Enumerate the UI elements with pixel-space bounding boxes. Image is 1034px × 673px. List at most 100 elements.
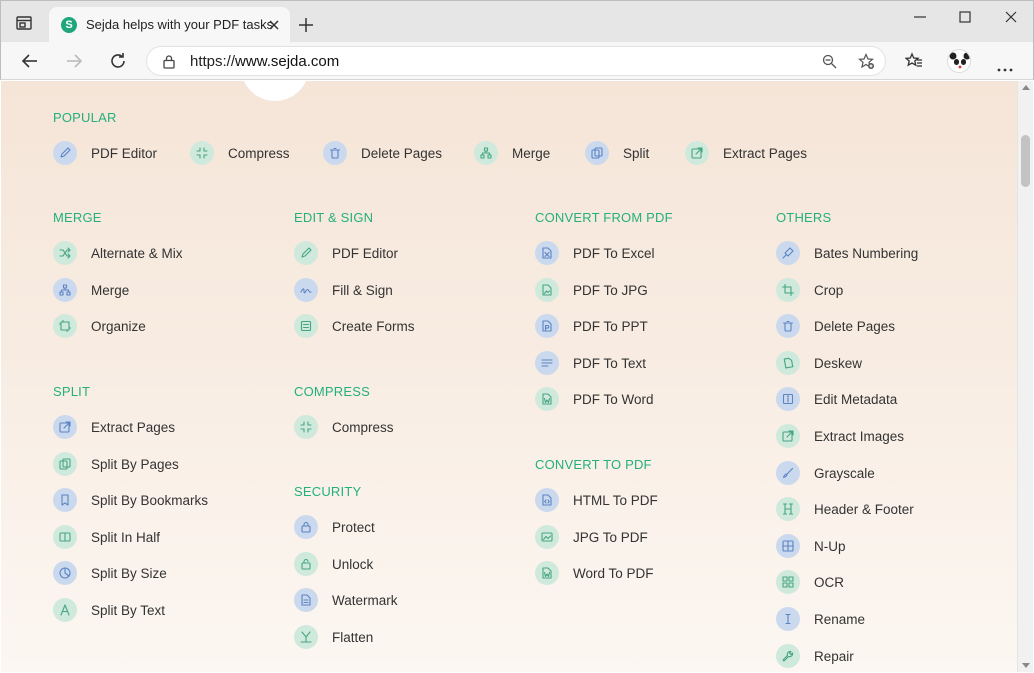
zoom-out-icon[interactable] [822,54,837,69]
convert-from-pdf-heading: CONVERT FROM PDF [535,210,673,225]
tool-label: PDF Editor [91,145,158,161]
popular-compress-link[interactable]: Compress [190,140,290,166]
convert-to-html-to-pdf-link[interactable]: HTML To PDF [535,487,658,513]
scroll-thumb[interactable] [1021,135,1030,187]
convert-from-pdf-to-text-link[interactable]: PDF To Text [535,350,646,376]
popular-split-link[interactable]: Split [585,140,649,166]
trash-icon [776,314,800,338]
merge-alternate-and-mix-link[interactable]: Alternate & Mix [53,240,183,266]
pie-icon [53,561,77,585]
close-window-icon[interactable] [1003,9,1019,25]
minimize-icon[interactable] [912,9,928,25]
maximize-icon[interactable] [957,9,973,25]
url-scheme: https:// [190,53,236,70]
others-extract-images-link[interactable]: Extract Images [776,423,904,449]
split-split-by-text-link[interactable]: Split By Text [53,597,165,623]
split-split-by-size-link[interactable]: Split By Size [53,560,167,586]
compress-compress-link[interactable]: Compress [294,414,394,440]
popular-pdf-editor-link[interactable]: PDF Editor [53,140,157,166]
tool-label: JPG To PDF [573,529,648,545]
others-edit-metadata-link[interactable]: Edit Metadata [776,386,897,412]
ppt-file-icon [535,314,559,338]
merge-icon [53,278,77,302]
others-repair-link[interactable]: Repair [776,643,854,669]
split-extract-pages-link[interactable]: Extract Pages [53,414,175,440]
tool-label: Split [623,145,650,161]
others-grayscale-link[interactable]: Grayscale [776,460,875,486]
new-tab-plus-icon[interactable] [298,17,314,33]
convert-to-pdf-heading: CONVERT TO PDF [535,457,652,472]
merge-organize-link[interactable]: Organize [53,313,146,339]
others-rename-link[interactable]: Rename [776,606,865,632]
security-unlock-link[interactable]: Unlock [294,551,373,577]
security-protect-link[interactable]: Protect [294,514,375,540]
tool-label: Merge [91,282,130,298]
header-icon [776,497,800,521]
convert-from-pdf-to-excel-link[interactable]: PDF To Excel [535,240,655,266]
security-watermark-link[interactable]: Watermark [294,587,398,613]
profile-avatar[interactable] [947,49,971,73]
convert-from-pdf-to-jpg-link[interactable]: PDF To JPG [535,277,648,303]
favorites-icon[interactable] [904,52,923,70]
crop-icon [776,278,800,302]
edit-sign-create-forms-link[interactable]: Create Forms [294,313,415,339]
deskew-icon [776,351,800,375]
page-viewport: POPULAR PDF Editor Compress Delete Pages Me… [1,81,1017,672]
tool-label: Split By Size [91,565,167,581]
tool-label: HTML To PDF [573,492,658,508]
scroll-up-arrow-icon[interactable] [1022,85,1030,90]
others-ocr-link[interactable]: OCR [776,569,844,595]
lock-icon[interactable] [162,54,176,69]
tab-bar: S Sejda helps with your PDF tasks [0,0,1034,43]
convert-to-word-to-pdf-link[interactable]: Word To PDF [535,560,654,586]
merge-merge-link[interactable]: Merge [53,277,129,303]
edit-sign-fill-and-sign-link[interactable]: Fill & Sign [294,277,393,303]
external-icon [685,141,709,165]
others-n-up-link[interactable]: N-Up [776,533,846,559]
edit-sign-pdf-editor-link[interactable]: PDF Editor [294,240,398,266]
popular-merge-link[interactable]: Merge [474,140,550,166]
forward-arrow-icon[interactable] [64,51,84,71]
split-split-by-pages-link[interactable]: Split By Pages [53,451,179,477]
others-deskew-link[interactable]: Deskew [776,350,862,376]
url-text[interactable]: https://www.sejda.com [190,53,339,70]
convert-from-pdf-to-ppt-link[interactable]: PDF To PPT [535,313,648,339]
others-bates-numbering-link[interactable]: Bates Numbering [776,240,918,266]
info-icon [776,387,800,411]
tool-label: N-Up [814,538,846,554]
tool-label: Fill & Sign [332,282,393,298]
browser-tab[interactable]: S Sejda helps with your PDF tasks [49,7,290,43]
convert-to-jpg-to-pdf-link[interactable]: JPG To PDF [535,524,648,550]
popular-extract-pages-link[interactable]: Extract Pages [685,140,807,166]
tool-label: Create Forms [332,318,415,334]
tool-label: PDF To JPG [573,282,648,298]
back-arrow-icon[interactable] [20,51,40,71]
merge-heading: MERGE [53,210,102,225]
address-bar[interactable]: https://www.sejda.com [146,46,886,76]
scroll-down-arrow-icon[interactable] [1022,663,1030,668]
html-file-icon [535,488,559,512]
tool-label: Compress [332,419,394,435]
refresh-icon[interactable] [108,51,128,71]
tool-label: Delete Pages [814,318,896,334]
add-favorite-star-icon[interactable] [857,53,875,70]
tool-label: Extract Pages [91,419,176,435]
convert-from-pdf-to-word-link[interactable]: PDF To Word [535,386,654,412]
word-file-icon [535,387,559,411]
trash-icon [323,141,347,165]
others-delete-pages-link[interactable]: Delete Pages [776,313,895,339]
more-options-icon[interactable] [997,59,1013,72]
others-header-and-footer-link[interactable]: Header & Footer [776,496,914,522]
split-split-in-half-link[interactable]: Split In Half [53,524,160,550]
popular-tools-row: PDF Editor Compress Delete Pages Merge Split… [53,140,813,166]
tool-label: Flatten [332,629,374,645]
others-crop-link[interactable]: Crop [776,277,843,303]
vertical-scrollbar[interactable] [1017,81,1033,672]
split-split-by-bookmarks-link[interactable]: Split By Bookmarks [53,487,208,513]
security-flatten-link[interactable]: Flatten [294,624,373,650]
split-icon [53,452,77,476]
tab-close-icon[interactable] [267,18,281,32]
tab-actions-icon[interactable] [15,14,33,32]
tool-label: Protect [332,519,375,535]
popular-delete-pages-link[interactable]: Delete Pages [323,140,442,166]
